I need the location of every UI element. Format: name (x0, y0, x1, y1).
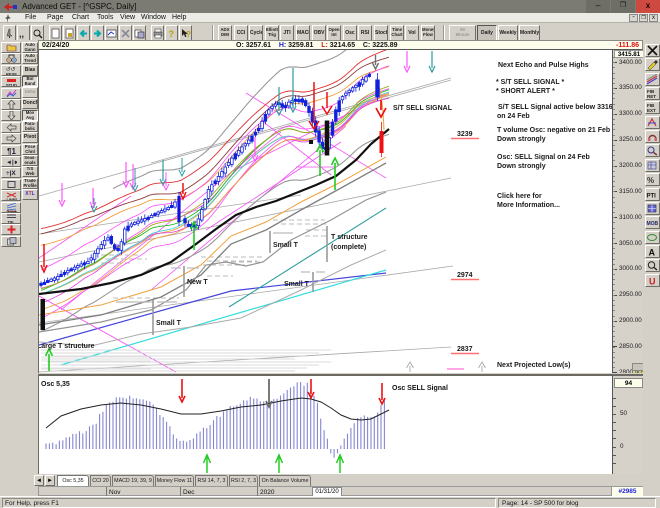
svg-text:(complete): (complete) (331, 244, 366, 251)
svg-text:RET: RET (647, 94, 656, 99)
svg-text:T structure: T structure (331, 234, 368, 241)
svg-text:Osc 5,35: Osc 5,35 (41, 381, 70, 388)
svg-text:S/T SELL SIGNAL: S/T SELL SIGNAL (393, 105, 453, 112)
svg-text:STUDY: STUDY (6, 83, 17, 88)
svg-text:* S/T SELL SIGNAL *: * S/T SELL SIGNAL * (496, 79, 564, 86)
svg-text:* SHORT ALERT *: * SHORT ALERT * (496, 88, 555, 95)
svg-text:EXT: EXT (647, 108, 656, 113)
svg-text:Next Echo and Pulse Highs: Next Echo and Pulse Highs (498, 62, 589, 69)
svg-text:S/T SELL Signal active below: S/T SELL Signal active below 3316 (498, 104, 613, 111)
svg-text:LINES: LINES (6, 198, 17, 201)
svg-text:Small T: Small T (284, 281, 310, 288)
svg-text:PTI: PTI (647, 194, 657, 200)
svg-text:Down strongly: Down strongly (497, 136, 546, 143)
svg-text:Next Projected Low(s): Next Projected Low(s) (497, 362, 571, 369)
svg-text:?: ? (186, 30, 191, 39)
svg-text:2974: 2974 (457, 272, 473, 279)
svg-text:Osc: SELL Signal on 24 Feb: Osc: SELL Signal on 24 Feb (497, 154, 590, 161)
svg-text:New T: New T (187, 279, 208, 286)
svg-text:2837: 2837 (457, 346, 473, 353)
svg-text:Large T structure: Large T structure (39, 343, 95, 350)
svg-text:÷|X: ÷|X (6, 170, 16, 177)
svg-text:U: U (649, 277, 656, 287)
svg-text:T volume Osc: negative on 21 F: T volume Osc: negative on 21 Feb (497, 127, 610, 134)
svg-text:MOB: MOB (647, 221, 659, 227)
svg-text:on 24 Feb: on 24 Feb (497, 113, 530, 120)
svg-text:Small T: Small T (156, 320, 182, 327)
svg-text:Osc SELL Signal: Osc SELL Signal (392, 385, 448, 392)
svg-text:?: ? (169, 29, 175, 39)
svg-text:3239: 3239 (457, 131, 473, 138)
svg-text:◄|►: ◄|► (6, 160, 17, 166)
svg-text:,,: ,, (19, 29, 24, 39)
svg-text:%: % (647, 176, 654, 185)
svg-text:Down strongly: Down strongly (497, 163, 546, 170)
svg-text:A: A (649, 248, 656, 258)
svg-text:¶1: ¶1 (7, 147, 16, 156)
svg-text:Small T: Small T (273, 242, 299, 249)
svg-text:Click here for: Click here for (497, 193, 542, 200)
svg-text:More Information...: More Information... (497, 202, 560, 209)
